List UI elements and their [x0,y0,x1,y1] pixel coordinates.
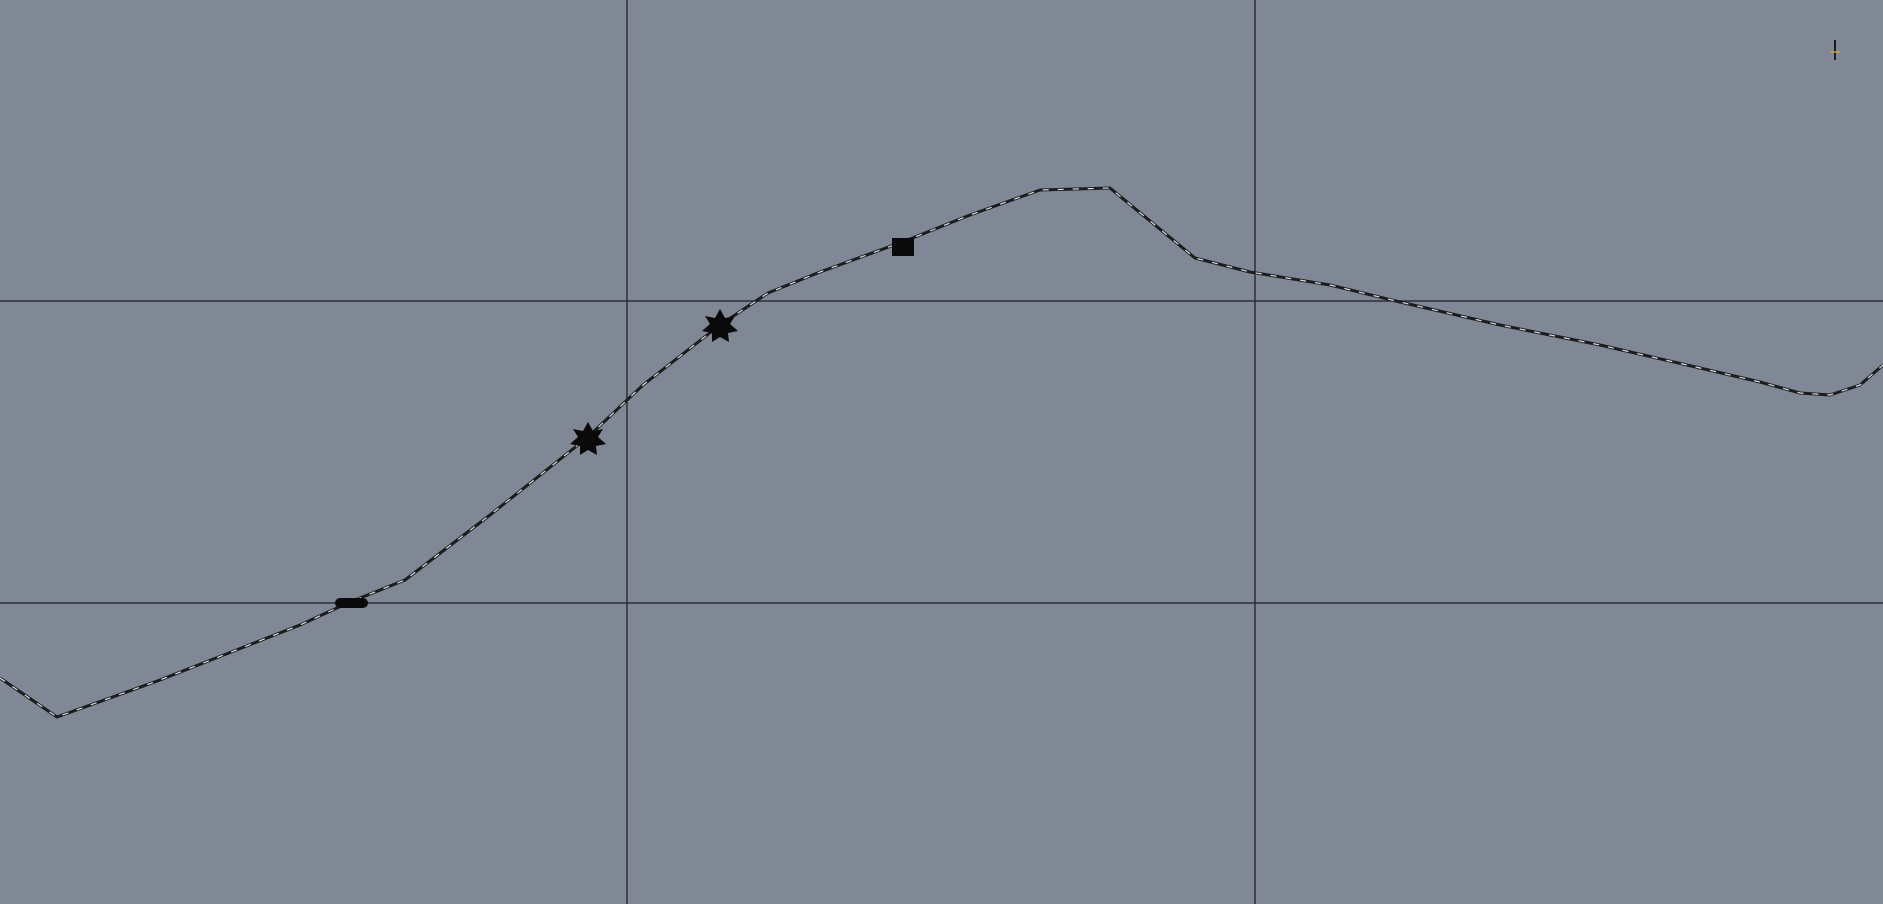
canvas-background [0,0,1883,904]
curve-editor-canvas[interactable] [0,0,1883,904]
curve-editor-viewport[interactable] [0,0,1883,904]
control-point[interactable] [892,238,914,256]
control-point[interactable] [335,598,368,608]
